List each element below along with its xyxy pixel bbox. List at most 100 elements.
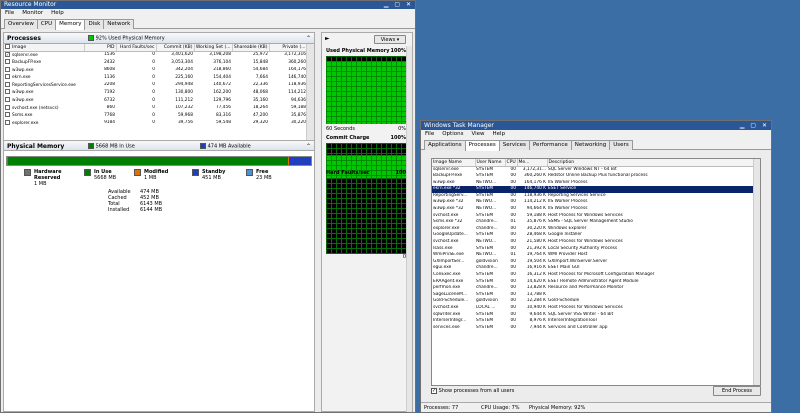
select-all-checkbox[interactable] <box>5 44 10 50</box>
physical-memory-section-header[interactable]: Physical Memory 5668 MB In Use 474 MB Av… <box>4 140 314 151</box>
tm-window-controls[interactable]: ▁ ▢ ✕ <box>740 121 769 130</box>
table-row[interactable]: GXImportSer... goldvision 00 19,504 K GXImpo… <box>432 259 754 266</box>
tm-tab-processes[interactable]: Processes <box>464 140 500 151</box>
table-row[interactable]: w3wp.exe *32 NETWO... 00 94,664 K IIS Worker… <box>432 206 754 213</box>
table-row[interactable]: Gold-Schedule... goldvision 00 12,284 K Gold… <box>432 298 754 305</box>
table-row[interactable]: Ssms.exe 7768 0 59,968 83,316 47,200 35,876 <box>4 112 307 120</box>
tm-tab-users[interactable]: Users <box>609 140 633 150</box>
table-cell: 35,160 <box>232 97 269 105</box>
row-checkbox[interactable] <box>5 89 10 95</box>
end-process-button[interactable]: End Process <box>713 386 761 396</box>
tm-menu-item-0[interactable]: File <box>425 131 434 137</box>
row-checkbox[interactable] <box>5 59 10 65</box>
rm-tab-memory[interactable]: Memory <box>55 19 86 30</box>
processes-section-header[interactable]: Processes 92% Used Physical Memory ⌃ <box>4 33 314 44</box>
rm-process-scrollbar[interactable] <box>306 44 314 140</box>
views-button[interactable]: Views ▾ <box>374 35 406 44</box>
tm-column-header[interactable]: Description <box>547 159 755 167</box>
cell-text: w3wp.exe <box>12 67 34 73</box>
rm-column-header[interactable]: Hard Faults/sec <box>116 44 157 52</box>
table-row[interactable]: GoogleUpdate... SYSTEM 00 28,468 K Google In… <box>432 232 754 239</box>
rm-column-header[interactable]: Working Set (... <box>194 44 233 52</box>
row-checkbox[interactable] <box>5 104 10 110</box>
rm-column-header[interactable]: Image <box>4 44 85 52</box>
rm-column-header[interactable]: Commit (KB) <box>156 44 195 52</box>
table-row[interactable]: svchost.exe LOCAL ... 00 10,940 K Host Proce… <box>432 305 754 312</box>
row-checkbox[interactable] <box>5 74 10 80</box>
physical-memory-header: Physical Memory <box>7 143 65 150</box>
rm-column-header[interactable]: Shareable (KB) <box>232 44 270 52</box>
table-row[interactable]: ekrn.exe 1136 0 225,160 154,404 7,664 146,740 <box>4 74 307 82</box>
table-cell: sqlwriter.exe <box>433 311 461 317</box>
rm-graph-scrollbar[interactable] <box>406 46 412 412</box>
rm-column-header[interactable]: Private (... <box>269 44 308 52</box>
table-row[interactable]: SageLuceneM... SYSTEM 00 13,788 K <box>432 292 754 299</box>
tm-tab-networking[interactable]: Networking <box>570 140 611 150</box>
table-row[interactable]: services.exe SYSTEM 00 7,944 K Services and … <box>432 325 754 332</box>
table-cell: SYSTEM <box>476 272 494 277</box>
rm-menu-item-0[interactable]: File <box>5 10 14 16</box>
table-row[interactable]: lsass.exe SYSTEM 00 21,392 K Local Security … <box>432 246 754 253</box>
table-row[interactable]: ConExec.exe SYSTEM 00 16,312 K Host Process … <box>432 272 754 279</box>
rm-window-controls[interactable]: ▁ ▢ ✕ <box>384 1 413 9</box>
table-row[interactable]: BackupFP.exe SYSTEM 00 360,260 K Redstor Onl… <box>432 173 754 180</box>
legend-value: 23 MB <box>256 175 272 181</box>
tm-scrollbar[interactable] <box>753 159 760 385</box>
table-row[interactable]: sqlwriter.exe SYSTEM 00 9,644 K SQL Server V… <box>432 312 754 319</box>
tm-tab-services[interactable]: Services <box>498 140 530 150</box>
rm-tab-network[interactable]: Network <box>103 19 135 29</box>
table-row[interactable]: w3wp.exe *32 NETWO... 00 114,212 K IIS Worke… <box>432 199 754 206</box>
tm-menu-item-2[interactable]: View <box>471 131 484 137</box>
tm-column-header[interactable]: User Name <box>475 159 506 167</box>
rm-menu-item-2[interactable]: Help <box>51 10 64 16</box>
table-row[interactable]: ERAAgent.exe SYSTEM 00 14,620 K ESET Remote … <box>432 279 754 286</box>
rm-menu-item-1[interactable]: Monitor <box>22 10 43 16</box>
row-checkbox[interactable] <box>5 119 10 125</box>
table-row[interactable]: ReportingServicesService.exe 2208 0 294,948… <box>4 81 307 90</box>
table-row[interactable]: svchost.exe NETWO... 00 21,580 K Host Proces… <box>432 239 754 246</box>
table-row[interactable]: WmiPrvSE.exe NETWO... 01 19,764 K WMI Provid… <box>432 252 754 259</box>
table-row[interactable]: w3wp.exe 8608 0 342,204 218,860 54,684 164,176 <box>4 66 307 75</box>
expand-arrow-icon[interactable]: ► <box>325 35 330 42</box>
rm-tab-cpu[interactable]: CPU <box>36 19 57 29</box>
table-cell: 130,800 <box>156 89 194 97</box>
table-row[interactable]: svchost.exe SYSTEM 00 59,188 K Host Process … <box>432 213 754 220</box>
table-row[interactable]: Ssms.exe *32 chandre... 01 35,876 K SSMS - S… <box>432 219 754 226</box>
section-expand-icon[interactable]: ⌃ <box>306 33 311 44</box>
table-cell: 00 <box>510 304 516 310</box>
table-row[interactable]: w3wp.exe 6732 0 111,212 129,796 35,160 94,636 <box>4 97 307 105</box>
show-all-users-label[interactable]: Show processes from all users <box>439 388 515 394</box>
section-collapse-icon[interactable]: ⌃ <box>306 141 311 152</box>
table-row[interactable]: sqlservr.exe SYSTEM 00 3,172,31... SQL Serve… <box>432 166 754 173</box>
table-row[interactable]: w3wp.exe NETWO... 00 164,176 K IIS Worker Pr… <box>432 180 754 187</box>
tm-column-header[interactable]: CPU <box>505 159 518 167</box>
table-row[interactable]: explorer.exe chandre... 00 30,220 K Windows … <box>432 226 754 233</box>
rm-tab-overview[interactable]: Overview <box>4 19 38 29</box>
table-row[interactable]: ReportingServ... SYSTEM 00 118,936 K Reporti… <box>432 193 754 200</box>
rm-column-header[interactable]: PID <box>84 44 117 52</box>
table-row[interactable]: explorer.exe 9184 0 39,756 59,548 29,320 30,22… <box>4 119 307 128</box>
table-row[interactable]: w3wp.exe 7192 0 130,800 162,200 48,068 114,212 <box>4 89 307 97</box>
row-checkbox[interactable] <box>5 112 10 118</box>
tm-column-header[interactable]: Image Name <box>432 159 476 167</box>
tm-menu-item-1[interactable]: Options <box>442 131 463 137</box>
row-checkbox[interactable] <box>5 66 10 72</box>
rm-tab-disk[interactable]: Disk <box>84 19 105 29</box>
table-row[interactable]: BackupFP.exe 2432 0 3,053,304 376,104 15,848 3… <box>4 59 307 67</box>
show-all-users-checkbox[interactable]: ✓ <box>431 387 437 394</box>
table-row[interactable]: perfmon.exe chandre... 00 13,828 K Resource … <box>432 285 754 292</box>
row-checkbox[interactable] <box>5 97 10 103</box>
tm-menu-item-3[interactable]: Help <box>493 131 506 137</box>
table-row[interactable]: InterserIntegr... SYSTEM 00 8,976 K Interser… <box>432 318 754 325</box>
tm-column-header[interactable]: Me... <box>517 159 548 167</box>
table-row[interactable]: ekrn.exe *32 SYSTEM 00 146,740 K ESET Servic… <box>432 186 754 193</box>
table-row[interactable]: ✓ sqlservr.exe 1536 0 3,401,620 3,198,208 25,9… <box>4 51 307 59</box>
table-cell: 00 <box>510 206 516 212</box>
row-checkbox[interactable]: ✓ <box>5 51 10 57</box>
table-row[interactable]: egui.exe chandre... 00 16,916 K ESET Main GU… <box>432 265 754 272</box>
row-checkbox[interactable] <box>5 81 10 87</box>
table-row[interactable]: svchost.exe (netsvcs) 860 0 107,232 77,456 18… <box>4 104 307 113</box>
table-cell: 360,260 <box>269 59 307 67</box>
tm-tab-applications[interactable]: Applications <box>424 140 466 150</box>
tm-tab-performance[interactable]: Performance <box>528 140 572 150</box>
